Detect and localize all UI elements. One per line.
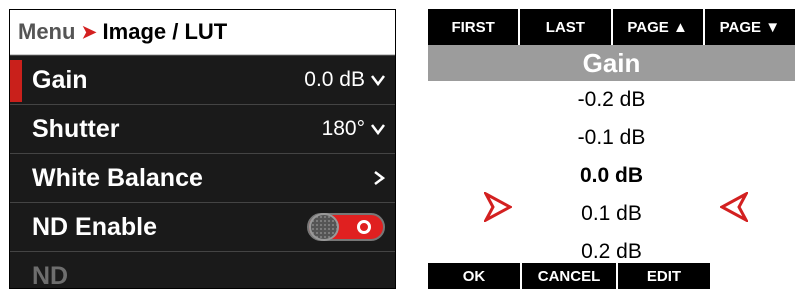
camera-menu-panel: Menu ➤ Image / LUT Gain 0.0 dB Shutter 1…: [9, 9, 396, 289]
selection-arrow-left-icon: [720, 192, 748, 222]
page-up-button[interactable]: PAGE ▲: [613, 9, 705, 45]
picker-nav-bar: FIRST LAST PAGE ▲ PAGE ▼: [428, 9, 795, 45]
chevron-down-icon: [371, 75, 385, 86]
menu-item-label: White Balance: [32, 163, 203, 192]
first-button[interactable]: FIRST: [428, 9, 521, 45]
last-button[interactable]: LAST: [520, 9, 613, 45]
menu-item-label: ND Enable: [32, 212, 158, 241]
cancel-button[interactable]: CANCEL: [522, 263, 618, 289]
menu-item-nd-enable[interactable]: ND Enable: [10, 202, 395, 251]
menu-item-shutter[interactable]: Shutter 180°: [10, 104, 395, 153]
gain-value: 0.0 dB: [304, 68, 365, 91]
menu-item-label: ND: [32, 261, 69, 289]
value-picker-panel: FIRST LAST PAGE ▲ PAGE ▼ Gain -0.2 dB -0…: [428, 9, 795, 289]
breadcrumb: Menu ➤ Image / LUT: [10, 10, 395, 55]
selection-arrow-right-icon: [484, 192, 512, 222]
list-item[interactable]: -0.1 dB: [428, 119, 795, 157]
selected-list-item[interactable]: 0.0 dB: [428, 157, 795, 195]
chevron-right-icon: [374, 171, 385, 185]
edit-button[interactable]: EDIT: [618, 263, 712, 289]
menu-item-value: 180°: [322, 117, 385, 141]
menu-item-value: [373, 171, 385, 185]
list-item[interactable]: -0.2 dB: [428, 81, 795, 119]
picker-action-bar: OK CANCEL EDIT: [428, 263, 712, 289]
nd-enable-toggle[interactable]: [307, 213, 385, 241]
selection-indicator: [10, 60, 22, 102]
ok-button[interactable]: OK: [428, 263, 522, 289]
picker-title: Gain: [428, 45, 795, 81]
toggle-on-icon: [357, 220, 371, 234]
breadcrumb-root[interactable]: Menu: [18, 19, 75, 45]
toggle-knob: [309, 213, 339, 241]
menu-item-gain[interactable]: Gain 0.0 dB: [10, 55, 395, 104]
breadcrumb-separator: ➤: [81, 21, 97, 42]
option-list: -0.2 dB -0.1 dB 0.0 dB 0.1 dB 0.2 dB: [428, 81, 795, 271]
page-down-button[interactable]: PAGE ▼: [705, 9, 795, 45]
menu-item-label: Gain: [32, 65, 88, 94]
menu-item-nd: ND: [10, 251, 395, 289]
menu-item-value: 0.0 dB: [304, 68, 385, 92]
menu-item-white-balance[interactable]: White Balance: [10, 153, 395, 202]
menu-item-label: Shutter: [32, 114, 120, 143]
chevron-down-icon: [371, 124, 385, 135]
shutter-value: 180°: [321, 117, 365, 140]
breadcrumb-current: Image / LUT: [102, 19, 228, 44]
